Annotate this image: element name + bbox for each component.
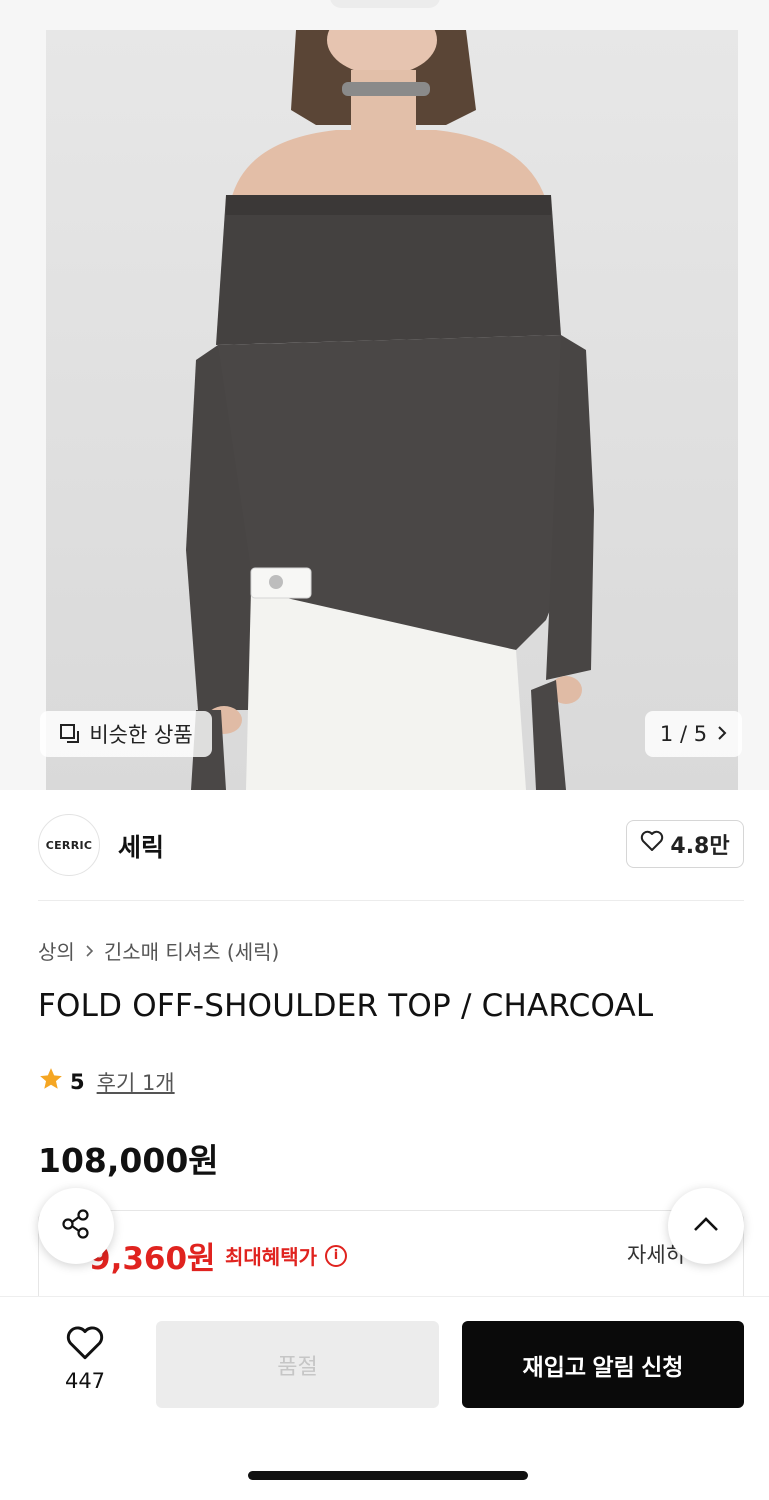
restock-alert-button[interactable]: 재입고 알림 신청 xyxy=(462,1321,744,1408)
chevron-right-icon xyxy=(717,722,727,746)
wishlist-count: 447 xyxy=(64,1369,106,1393)
max-benefit-box[interactable]: 9,360원 최대혜택가 i 자세히 xyxy=(38,1210,744,1310)
breadcrumb-subcategory[interactable]: 긴소매 티셔츠 (세릭) xyxy=(104,936,280,965)
product-photo[interactable] xyxy=(46,30,738,790)
soldout-button: 품절 xyxy=(156,1321,439,1408)
image-counter-button[interactable]: 1 / 5 xyxy=(645,711,742,757)
breadcrumb: 상의 긴소매 티셔츠 (세릭) xyxy=(38,936,279,965)
similar-products-label: 비슷한 상품 xyxy=(89,723,193,747)
brand-row: CERRIC 세릭 4.8만 xyxy=(38,814,744,878)
product-title: FOLD OFF-SHOULDER TOP / CHARCOAL xyxy=(38,988,654,1024)
brand-name[interactable]: 세릭 xyxy=(118,828,164,864)
info-icon[interactable]: i xyxy=(325,1244,347,1267)
brand-like-count: 4.8만 xyxy=(670,834,730,859)
similar-items-icon xyxy=(59,723,81,745)
image-counter: 1 / 5 xyxy=(659,722,708,746)
similar-products-button[interactable]: 비슷한 상품 xyxy=(40,711,212,757)
wishlist-button[interactable]: 447 xyxy=(50,1325,120,1393)
brand-logo[interactable]: CERRIC xyxy=(38,814,100,876)
star-icon xyxy=(38,1066,64,1097)
benefit-label-group: 최대혜택가 i xyxy=(225,1241,347,1270)
heart-icon xyxy=(65,1326,105,1365)
heart-icon xyxy=(640,830,664,858)
breadcrumb-category[interactable]: 상의 xyxy=(38,936,75,965)
share-button[interactable] xyxy=(38,1188,114,1264)
reviews-link[interactable]: 후기 1개 xyxy=(97,1067,175,1097)
share-icon xyxy=(59,1207,93,1245)
chevron-right-icon xyxy=(85,939,94,963)
product-gallery[interactable]: 비슷한 상품 1 / 5 xyxy=(0,0,769,790)
home-indicator xyxy=(248,1471,528,1480)
bottom-action-bar: 447 품절 재입고 알림 신청 xyxy=(0,1296,769,1500)
top-handle xyxy=(330,0,440,8)
scroll-top-button[interactable] xyxy=(668,1188,744,1264)
brand-like-button[interactable]: 4.8만 xyxy=(626,820,744,868)
chevron-up-icon xyxy=(692,1215,720,1237)
benefit-label: 최대혜택가 xyxy=(225,1245,317,1269)
rating-value: 5 xyxy=(70,1069,85,1094)
product-price: 108,000원 xyxy=(38,1141,219,1180)
divider xyxy=(38,900,744,901)
product-detail-page: 비슷한 상품 1 / 5 CERRIC 세릭 4.8만 상의 긴소매 티셔츠 (… xyxy=(0,0,769,1500)
rating-row: 5 후기 1개 xyxy=(38,1066,175,1097)
